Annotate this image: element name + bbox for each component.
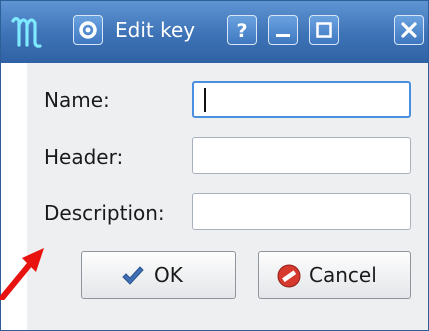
header-label: Header: (44, 145, 124, 169)
checkmark-icon (122, 266, 144, 285)
settings-button[interactable] (73, 15, 103, 45)
no-entry-icon (277, 264, 301, 288)
close-button[interactable] (394, 15, 424, 45)
description-field[interactable] (192, 193, 411, 230)
edit-key-dialog: Edit key ? Name: Header: Description: OK… (0, 0, 429, 331)
ok-button-label: OK (154, 263, 183, 287)
gear-icon (79, 21, 97, 39)
help-icon: ? (236, 20, 247, 42)
title-bar[interactable]: Edit key ? (1, 1, 428, 63)
maximize-button[interactable] (309, 15, 339, 45)
help-button[interactable]: ? (227, 15, 257, 45)
maximize-icon (316, 22, 332, 38)
ok-button[interactable]: OK (81, 251, 236, 299)
window-title: Edit key (115, 18, 196, 42)
svg-text:?: ? (236, 20, 247, 42)
minimize-icon (276, 34, 290, 37)
name-label: Name: (44, 88, 110, 112)
name-field[interactable] (192, 81, 411, 118)
header-field[interactable] (192, 137, 411, 174)
cancel-button[interactable]: Cancel (258, 251, 411, 299)
mv-logo-icon[interactable] (9, 13, 43, 49)
description-label: Description: (44, 201, 165, 225)
red-arrow-icon (0, 248, 44, 300)
minimize-button[interactable] (268, 15, 298, 45)
cancel-button-label: Cancel (309, 263, 377, 287)
text-cursor (204, 88, 206, 112)
close-icon (401, 22, 417, 38)
